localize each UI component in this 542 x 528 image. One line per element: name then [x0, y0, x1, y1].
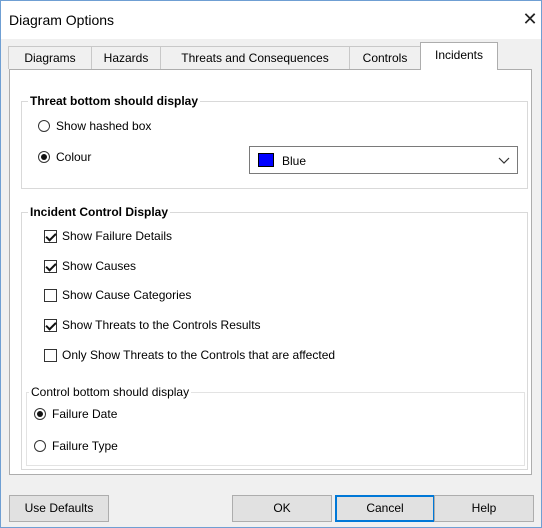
- tab-diagrams[interactable]: Diagrams: [8, 46, 92, 69]
- colour-swatch: [258, 153, 274, 167]
- show-hashed-box-label: Show hashed box: [56, 119, 152, 133]
- checkbox-indicator: [44, 349, 57, 362]
- diagram-options-dialog: Diagram Options ✕ Diagrams Hazards Threa…: [0, 0, 542, 528]
- show-cause-categories-label: Show Cause Categories: [62, 288, 192, 302]
- threat-bottom-legend: Threat bottom should display: [28, 94, 201, 108]
- checkbox-indicator: [44, 260, 57, 273]
- radio-indicator: [38, 151, 50, 163]
- failure-date-label: Failure Date: [52, 407, 118, 421]
- incident-control-legend: Incident Control Display: [28, 205, 171, 219]
- incident-control-group: Incident Control Display Show Failure De…: [21, 205, 528, 470]
- chevron-down-icon: [498, 157, 510, 164]
- control-bottom-legend: Control bottom should display: [29, 385, 192, 399]
- checkbox-indicator: [44, 319, 57, 332]
- colour-select[interactable]: Blue: [249, 146, 518, 174]
- failure-type-label: Failure Type: [52, 439, 118, 453]
- radio-indicator: [38, 120, 50, 132]
- show-causes-label: Show Causes: [62, 259, 137, 273]
- tab-incidents[interactable]: Incidents: [420, 42, 498, 70]
- window-title: Diagram Options: [9, 12, 115, 28]
- tab-controls[interactable]: Controls: [349, 46, 421, 69]
- colour-select-value: Blue: [282, 154, 307, 168]
- show-threats-results-label: Show Threats to the Controls Results: [62, 318, 261, 332]
- close-icon[interactable]: ✕: [520, 9, 540, 29]
- only-show-affected-threats-label: Only Show Threats to the Controls that a…: [62, 348, 336, 362]
- checkbox-indicator: [44, 289, 57, 302]
- control-bottom-group: Control bottom should display Failure Da…: [26, 385, 525, 466]
- radio-indicator: [34, 440, 46, 452]
- radio-indicator: [34, 408, 46, 420]
- show-failure-details-label: Show Failure Details: [62, 229, 173, 243]
- checkbox-indicator: [44, 230, 57, 243]
- colour-label: Colour: [56, 150, 92, 164]
- use-defaults-button[interactable]: Use Defaults: [9, 495, 109, 522]
- title-bar[interactable]: Diagram Options ✕: [1, 1, 541, 39]
- incidents-tab-panel: Threat bottom should display Show hashed…: [9, 69, 532, 475]
- help-button[interactable]: Help: [434, 495, 534, 522]
- tab-hazards[interactable]: Hazards: [91, 46, 161, 69]
- tab-threats-and-consequences[interactable]: Threats and Consequences: [160, 46, 350, 69]
- cancel-button[interactable]: Cancel: [335, 495, 435, 522]
- ok-button[interactable]: OK: [232, 495, 332, 522]
- threat-bottom-group: Threat bottom should display Show hashed…: [21, 94, 528, 189]
